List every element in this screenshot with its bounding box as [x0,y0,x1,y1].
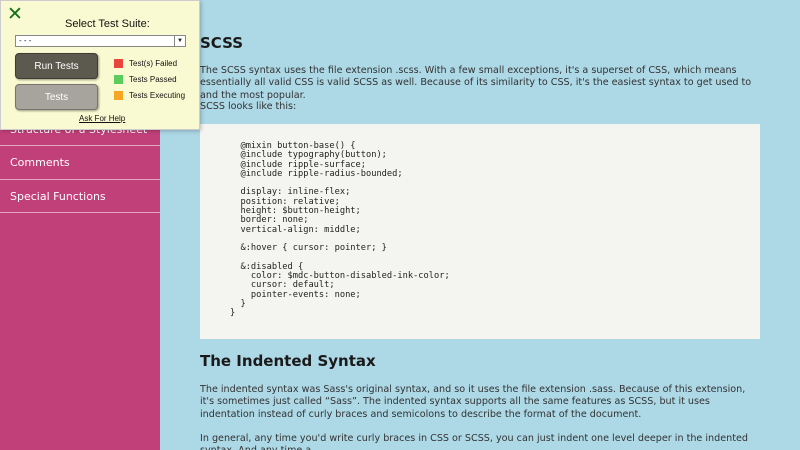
select-test-suite-label: Select Test Suite: [65,18,150,30]
test-suite-selected-value: - - - [19,36,32,45]
sidebar-item-label: Special Functions [10,190,106,203]
scss-looks-like: SCSS looks like this: [200,101,297,112]
ask-for-help-link[interactable]: Ask For Help [79,114,125,123]
indented-syntax-description: The indented syntax was Sass's original … [200,384,746,420]
sidebar-item-label: Comments [10,156,70,169]
chevron-down-icon: ▼ [174,36,185,46]
legend-passed-label: Tests Passed [129,75,177,84]
close-icon[interactable]: ✕ [7,5,23,24]
test-suite-select[interactable]: - - - ▼ [15,35,186,47]
legend-failed-label: Test(s) Failed [129,59,178,68]
executing-swatch [114,91,123,100]
tests-button[interactable]: Tests [15,84,98,110]
indented-syntax-heading: The Indented Syntax [200,352,376,370]
code-block: @mixin button-base() { @include typograp… [200,124,760,339]
scss-heading: SCSS [200,34,244,52]
failed-swatch [114,59,123,68]
test-suite-panel: ✕ Select Test Suite: - - - ▼ Run Tests T… [0,0,200,130]
legend-executing-label: Tests Executing [129,91,186,100]
code-text: @mixin button-base() { @include typograp… [230,141,450,319]
sidebar-item-comments[interactable]: Comments [0,145,160,179]
indented-syntax-description-2: In general, any time you'd write curly b… [200,433,748,450]
passed-swatch [114,75,123,84]
scss-description: The SCSS syntax uses the file extension … [200,65,752,101]
run-tests-button[interactable]: Run Tests [15,53,98,79]
sidebar-item-special-functions[interactable]: Special Functions [0,179,160,213]
